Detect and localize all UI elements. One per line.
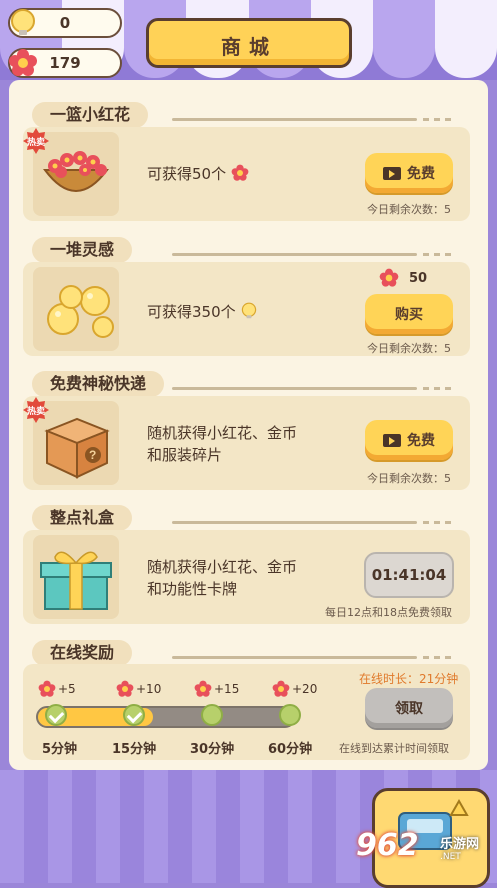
flower-icon xyxy=(116,680,134,697)
milestone-time: 60分钟 xyxy=(268,742,313,757)
flower-icon xyxy=(272,680,290,697)
bulb-count: 0 xyxy=(59,14,71,32)
card-description-line-1: 随机获得小红花、金币 xyxy=(147,424,298,442)
remaining-count: 今日剩余次数：5 xyxy=(367,342,451,355)
watermark-logo: 962 xyxy=(356,828,419,863)
flower-icon xyxy=(38,680,56,697)
milestone-node xyxy=(201,704,223,726)
card-label-flower-basket: 一篮小红花 xyxy=(32,102,149,128)
card-description-line-1: 随机获得小红花、金币 xyxy=(147,558,298,576)
divider xyxy=(172,387,417,390)
card-description: 可获得350个 xyxy=(147,303,236,321)
watermark-url: .NET xyxy=(440,852,461,862)
shop-title-sign: 商城 xyxy=(146,18,352,68)
remaining-count: 今日剩余次数：5 xyxy=(367,472,451,485)
page-title: 商城 xyxy=(221,35,277,59)
bulb-counter: 0 xyxy=(8,8,122,38)
reward-15min: +10 xyxy=(116,680,161,698)
bulbs-image xyxy=(33,267,119,351)
card-mystery-delivery: ? 随机获得小红花、金币 和服装碎片 免费 今日剩余次数：5 xyxy=(23,396,470,490)
bulb-icon xyxy=(242,302,257,319)
milestone-node-done xyxy=(123,704,145,726)
free-button[interactable]: 免费 xyxy=(365,420,453,460)
video-icon xyxy=(383,433,401,447)
flower-icon xyxy=(231,164,249,181)
milestone-node-done xyxy=(45,704,67,726)
reward-60min: +20 xyxy=(272,680,317,698)
card-description: 可获得50个 xyxy=(147,165,227,183)
divider xyxy=(172,118,417,121)
flower-icon xyxy=(194,680,212,697)
card-inspiration: 可获得350个 50 购买 今日剩余次数：5 xyxy=(23,262,470,356)
card-flower-basket: 可获得50个 免费 今日剩余次数：5 xyxy=(23,127,470,221)
card-description-line-2: 和服装碎片 xyxy=(147,446,223,464)
countdown-timer: 01:41:04 xyxy=(364,552,454,598)
remaining-count: 今日剩余次数：5 xyxy=(367,203,451,216)
hot-sale-badge: 热卖 xyxy=(23,128,49,154)
divider xyxy=(172,656,417,659)
card-hourly-gift: 随机获得小红花、金币 和功能性卡牌 01:41:04 每日12点和18点免费领取 xyxy=(23,530,470,624)
online-progress-bar xyxy=(36,706,296,728)
divider xyxy=(172,521,417,524)
price-tag: 50 xyxy=(379,268,427,288)
milestone-time: 15分钟 xyxy=(112,742,157,757)
online-duration: 在线时长：21分钟 xyxy=(359,672,459,686)
price-value: 50 xyxy=(409,270,428,286)
divider xyxy=(172,253,417,256)
card-label-inspiration: 一堆灵感 xyxy=(32,237,133,263)
buy-button[interactable]: 购买 xyxy=(365,294,453,334)
milestone-time: 5分钟 xyxy=(42,742,78,757)
claim-note: 在线到达累计时间领取 xyxy=(339,742,449,755)
card-description-line-2: 和功能性卡牌 xyxy=(147,580,238,598)
reward-5min: +5 xyxy=(38,680,76,698)
gift-box-image xyxy=(33,535,119,619)
card-label-online-reward: 在线奖励 xyxy=(32,640,133,666)
flower-count: 179 xyxy=(49,54,81,72)
card-label-hourly-gift: 整点礼盒 xyxy=(32,505,133,531)
flower-icon xyxy=(379,268,399,287)
claim-button[interactable]: 领取 xyxy=(365,688,453,728)
svg-text:?: ? xyxy=(89,448,96,462)
milestone-time: 30分钟 xyxy=(190,742,235,757)
milestone-node xyxy=(279,704,301,726)
video-icon xyxy=(383,166,401,180)
free-button[interactable]: 免费 xyxy=(365,153,453,193)
free-claim-note: 每日12点和18点免费领取 xyxy=(325,606,452,619)
card-label-mystery-delivery: 免费神秘快递 xyxy=(32,371,165,397)
hot-sale-badge: 热卖 xyxy=(23,397,49,423)
flower-counter: 179 xyxy=(8,48,122,78)
reward-30min: +15 xyxy=(194,680,239,698)
watermark-cn: 乐游网 xyxy=(440,837,480,852)
